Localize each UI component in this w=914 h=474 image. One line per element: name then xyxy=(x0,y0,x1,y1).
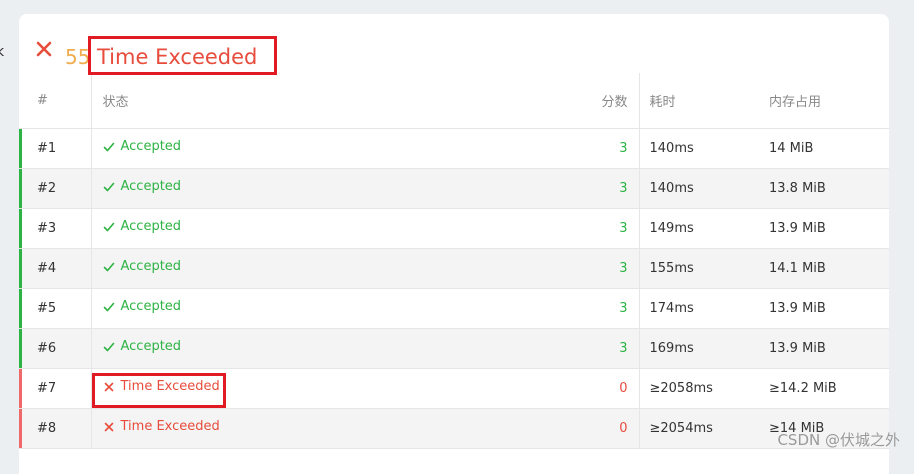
status-badge: Accepted xyxy=(103,339,182,355)
check-icon xyxy=(103,182,114,192)
row-status: Time Exceeded xyxy=(90,408,431,449)
edge-glyph: k xyxy=(0,44,5,60)
row-time: 155ms xyxy=(639,248,759,289)
table-row: #6 Accepted 3 169ms 13.9 MiB xyxy=(19,328,889,369)
row-number: #1 xyxy=(19,128,91,169)
row-time: ≥2054ms xyxy=(639,408,759,449)
status-badge: Accepted xyxy=(103,219,182,235)
row-number: #3 xyxy=(19,208,91,249)
row-time: 140ms xyxy=(639,168,759,209)
row-score: 3 xyxy=(431,328,640,369)
total-score: 55 xyxy=(65,45,91,69)
table-row: #8 Time Exceeded 0 ≥2054ms ≥14 MiB xyxy=(19,408,889,449)
status-label: Time Exceeded xyxy=(120,419,220,435)
check-icon xyxy=(103,142,114,152)
row-status: Accepted xyxy=(90,328,431,369)
status-label: Accepted xyxy=(120,219,182,235)
col-score: 分数 xyxy=(431,73,640,129)
status-badge: Accepted xyxy=(103,299,182,315)
row-number: #2 xyxy=(19,168,91,209)
row-time: 169ms xyxy=(639,328,759,369)
table-row: #3 Accepted 3 149ms 13.9 MiB xyxy=(19,208,889,249)
row-memory: ≥14.2 MiB xyxy=(759,368,889,409)
row-time: 140ms xyxy=(639,128,759,169)
status-badge: Accepted xyxy=(103,259,182,275)
col-time: 耗时 xyxy=(639,73,759,129)
status-label: Accepted xyxy=(120,139,182,155)
row-score: 3 xyxy=(431,128,640,169)
highlight-box-title xyxy=(88,36,277,75)
row-memory: 14.1 MiB xyxy=(759,248,889,289)
table-row: #5 Accepted 3 174ms 13.9 MiB xyxy=(19,288,889,329)
row-score: 3 xyxy=(431,168,640,209)
table-row: #4 Accepted 3 155ms 14.1 MiB xyxy=(19,248,889,289)
status-badge: Accepted xyxy=(103,139,182,155)
close-icon xyxy=(36,41,52,57)
check-icon xyxy=(103,262,114,272)
status-label: Accepted xyxy=(120,179,182,195)
row-score: 0 xyxy=(431,368,640,409)
check-icon xyxy=(103,342,114,352)
table-header-row: # 状态 分数 耗时 内存占用 xyxy=(19,73,889,129)
row-time: 174ms xyxy=(639,288,759,329)
row-score: 3 xyxy=(431,248,640,289)
status-label: Accepted xyxy=(120,259,182,275)
row-memory: 14 MiB xyxy=(759,128,889,169)
row-status: Accepted xyxy=(90,168,431,209)
row-status: Accepted xyxy=(90,248,431,289)
row-memory: 13.9 MiB xyxy=(759,328,889,369)
row-time: 149ms xyxy=(639,208,759,249)
close-icon xyxy=(104,422,113,432)
status-label: Accepted xyxy=(120,299,182,315)
row-time: ≥2058ms xyxy=(639,368,759,409)
row-memory: 13.8 MiB xyxy=(759,168,889,209)
row-status: Accepted xyxy=(90,128,431,169)
row-memory: 13.9 MiB xyxy=(759,208,889,249)
table-row: #1 Accepted 3 140ms 14 MiB xyxy=(19,128,889,169)
row-number: #6 xyxy=(19,328,91,369)
col-status: 状态 xyxy=(90,73,431,129)
row-status: Accepted xyxy=(90,288,431,329)
check-icon xyxy=(103,302,114,312)
row-number: #4 xyxy=(19,248,91,289)
table-row: #2 Accepted 3 140ms 13.8 MiB xyxy=(19,168,889,209)
status-badge: Time Exceeded xyxy=(103,419,220,434)
row-number: #7 xyxy=(19,368,91,409)
watermark: CSDN @伏城之外 xyxy=(777,431,900,449)
highlight-box-row7 xyxy=(92,373,226,408)
row-score: 3 xyxy=(431,288,640,329)
row-number: #8 xyxy=(19,408,91,449)
status-badge: Accepted xyxy=(103,179,182,195)
check-icon xyxy=(103,222,114,232)
row-memory: 13.9 MiB xyxy=(759,288,889,329)
row-score: 0 xyxy=(431,408,640,449)
col-number: # xyxy=(19,73,91,129)
row-status: Accepted xyxy=(90,208,431,249)
col-memory: 内存占用 xyxy=(759,73,889,129)
row-number: #5 xyxy=(19,288,91,329)
status-label: Accepted xyxy=(120,339,182,355)
row-score: 3 xyxy=(431,208,640,249)
